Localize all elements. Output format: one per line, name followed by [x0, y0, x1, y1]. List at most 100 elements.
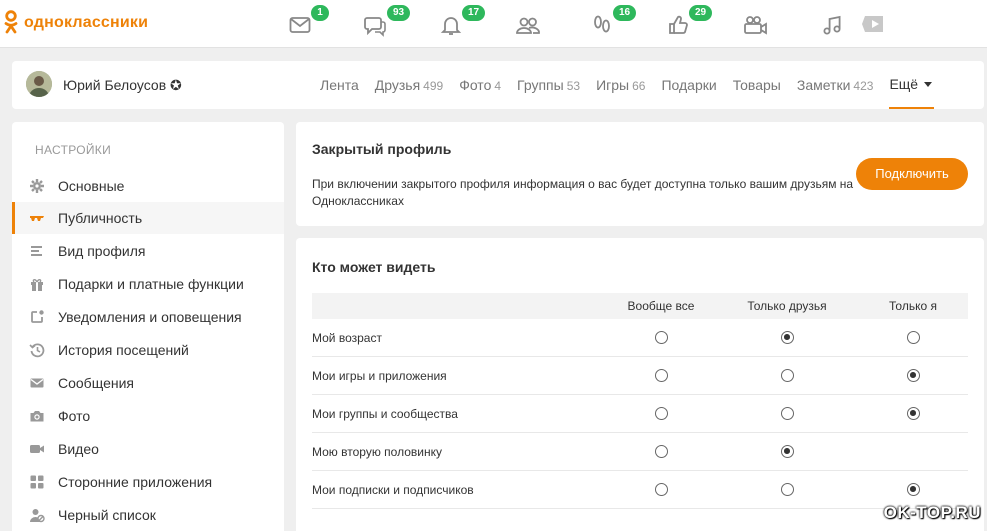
tab-label: Группы: [517, 77, 564, 93]
column-header-only-me: Только я: [889, 299, 937, 313]
radio-only-me[interactable]: [907, 331, 920, 344]
avatar[interactable]: [26, 71, 52, 97]
glasses-icon: [30, 216, 44, 221]
sidebar-item-notifications[interactable]: Уведомления и оповещения: [12, 301, 284, 333]
visibility-settings-card: Кто может видеть Вообще все Только друзь…: [296, 238, 984, 531]
notification-icon: [31, 310, 44, 323]
tab-label: Товары: [732, 77, 781, 93]
tab-label: Лента: [320, 77, 359, 93]
sidebar-item-gifts[interactable]: Подарки и платные функции: [12, 268, 284, 300]
tab-groups[interactable]: Группы 53: [517, 61, 580, 109]
visibility-title: Кто может видеть: [312, 259, 436, 275]
sidebar-item-label: История посещений: [58, 342, 189, 358]
connect-button[interactable]: Подключить: [856, 158, 968, 190]
tab-count: 423: [853, 79, 874, 93]
gear-icon: [30, 179, 44, 193]
tab-feed[interactable]: Лента: [320, 61, 359, 109]
sidebar-item-video[interactable]: Видео: [12, 433, 284, 465]
tab-products[interactable]: Товары: [733, 61, 781, 109]
radio-everyone[interactable]: [655, 445, 668, 458]
list-icon: [31, 246, 42, 256]
sidebar-item-label: Публичность: [58, 210, 143, 226]
radio-friends-only[interactable]: [781, 445, 794, 458]
tab-label: Друзья: [374, 77, 421, 93]
messages-badge: 1: [310, 4, 330, 22]
camera-icon: [30, 411, 44, 422]
radio-friends-only[interactable]: [781, 407, 794, 420]
friends-nav[interactable]: [515, 13, 540, 37]
table-row: Мои подписки и подписчиков: [312, 471, 968, 509]
sidebar-item-profile-view[interactable]: Вид профиля: [12, 235, 284, 267]
tab-label: Фото: [459, 77, 492, 93]
tab-friends[interactable]: Друзья 499: [375, 61, 443, 109]
tab-games[interactable]: Игры 66: [596, 61, 645, 109]
envelope-icon: [30, 378, 44, 388]
row-label: Мои игры и приложения: [312, 369, 447, 383]
ok-logo-icon: [4, 10, 18, 34]
watermark: OK-TOP.RU: [883, 503, 981, 522]
logo-text: одноклассники: [24, 14, 149, 31]
avatar-image-icon: [26, 71, 52, 97]
settings-sidebar: НАСТРОЙКИ Основные Публичность Вид профи…: [12, 122, 284, 531]
radio-friends-only[interactable]: [781, 369, 794, 382]
radio-only-me[interactable]: [907, 369, 920, 382]
radio-friends-only[interactable]: [781, 331, 794, 344]
sidebar-item-label: Сторонние приложения: [58, 474, 213, 490]
guests-nav[interactable]: [590, 13, 614, 37]
sidebar-item-publicity[interactable]: Публичность: [12, 202, 284, 234]
table-row: Мои игры и приложения: [312, 357, 968, 395]
logo[interactable]: одноклассники: [4, 10, 148, 36]
history-icon: [29, 343, 45, 358]
radio-everyone[interactable]: [655, 483, 668, 496]
tab-label: Заметки: [796, 77, 851, 93]
video-nav[interactable]: [743, 13, 767, 37]
radio-friends-only[interactable]: [781, 483, 794, 496]
row-label: Мой возраст: [312, 331, 382, 345]
tab-notes[interactable]: Заметки 423: [797, 61, 874, 109]
blacklist-icon: [30, 509, 45, 523]
private-profile-title: Закрытый профиль: [312, 141, 452, 157]
play-icon: [862, 16, 883, 32]
radio-only-me[interactable]: [907, 483, 920, 496]
footprints-icon: [594, 15, 610, 33]
sidebar-item-label: Фото: [58, 408, 91, 424]
events-nav[interactable]: [666, 13, 690, 37]
private-profile-card: Закрытый профиль При включении закрытого…: [296, 122, 984, 226]
notifications-nav[interactable]: [439, 13, 463, 37]
radio-everyone[interactable]: [655, 407, 668, 420]
thumbs-up-icon: [669, 15, 688, 34]
music-nav[interactable]: [820, 13, 844, 37]
tab-gifts[interactable]: Подарки: [661, 61, 716, 109]
tab-more[interactable]: Ещё: [889, 61, 935, 109]
tab-label: Ещё: [889, 76, 919, 92]
tab-photos[interactable]: Фото 4: [459, 61, 501, 109]
private-profile-description: При включении закрытого профиля информац…: [312, 177, 854, 208]
notifications-badge: 17: [461, 4, 487, 22]
messages-nav[interactable]: [288, 13, 312, 37]
live-video-nav[interactable]: [861, 13, 887, 37]
visibility-table-header: Вообще все Только друзья Только я: [312, 293, 968, 319]
sidebar-item-blacklist[interactable]: Черный список: [12, 499, 284, 531]
music-note-icon: [823, 15, 841, 35]
top-navigation-bar: одноклассники 1 93 17 16 29: [0, 0, 987, 48]
chat-icon: [364, 17, 386, 37]
sidebar-item-history[interactable]: История посещений: [12, 334, 284, 366]
row-label: Мои группы и сообщества: [312, 407, 458, 421]
tab-count: 66: [632, 79, 646, 93]
sidebar-item-messages[interactable]: Сообщения: [12, 367, 284, 399]
user-name[interactable]: Юрий Белоусов ✪: [63, 77, 182, 94]
sidebar-item-photo[interactable]: Фото: [12, 400, 284, 432]
sidebar-item-apps[interactable]: Сторонние приложения: [12, 466, 284, 498]
radio-everyone[interactable]: [655, 331, 668, 344]
guests-badge: 16: [612, 4, 638, 22]
sidebar-item-label: Видео: [58, 441, 99, 457]
discussions-nav[interactable]: [363, 13, 387, 37]
radio-only-me[interactable]: [907, 407, 920, 420]
radio-everyone[interactable]: [655, 369, 668, 382]
sidebar-item-label: Сообщения: [58, 375, 134, 391]
sidebar-item-general[interactable]: Основные: [12, 170, 284, 202]
sidebar-item-label: Подарки и платные функции: [58, 276, 244, 292]
bell-icon: [440, 17, 462, 35]
tab-count: 4: [494, 79, 502, 93]
envelope-icon: [289, 17, 311, 33]
